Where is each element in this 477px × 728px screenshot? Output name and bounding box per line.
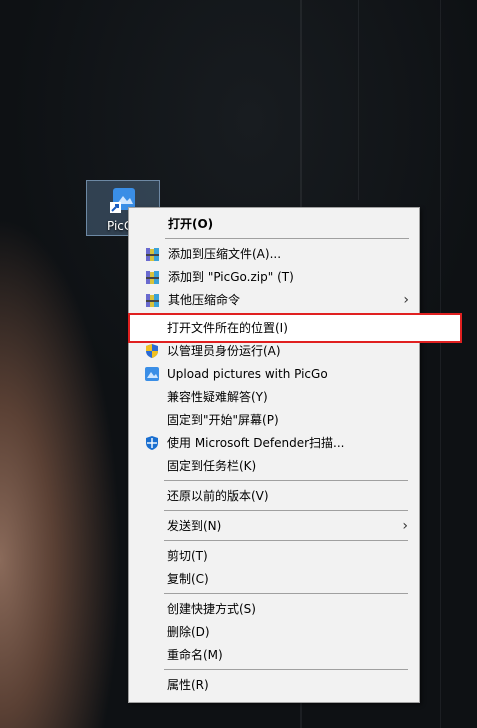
defender-shield-icon (146, 436, 158, 450)
menu-item-label: 以管理员身份运行(A) (167, 344, 281, 358)
menu-separator (164, 480, 408, 481)
menu-item-label: 属性(R) (167, 678, 209, 692)
menu-item-label: Upload pictures with PicGo (167, 367, 328, 381)
menu-item-label: 创建快捷方式(S) (167, 602, 256, 616)
menu-item-defender-scan[interactable]: 使用 Microsoft Defender扫描... (130, 432, 416, 454)
menu-separator (164, 593, 408, 594)
menu-item-label: 固定到任务栏(K) (167, 459, 257, 473)
menu-item-properties[interactable]: 属性(R) (130, 674, 416, 696)
menu-separator (164, 540, 408, 541)
picgo-icon (145, 367, 159, 381)
menu-item-run-as-admin[interactable]: 以管理员身份运行(A) (130, 340, 416, 362)
menu-item-label: 重命名(M) (167, 648, 223, 662)
menu-item-label: 发送到(N) (167, 519, 222, 533)
menu-item-label: 兼容性疑难解答(Y) (167, 390, 268, 404)
menu-item-cut[interactable]: 剪切(T) (130, 545, 416, 567)
menu-item-label: 剪切(T) (167, 549, 208, 563)
menu-item-label: 还原以前的版本(V) (167, 489, 269, 503)
menu-item-compat-troubleshoot[interactable]: 兼容性疑难解答(Y) (130, 386, 416, 408)
menu-separator (164, 510, 408, 511)
menu-item-pin-to-start[interactable]: 固定到"开始"屏幕(P) (130, 409, 416, 431)
uac-shield-icon (146, 344, 158, 358)
menu-item-delete[interactable]: 删除(D) (130, 621, 416, 643)
menu-item-label: 复制(C) (167, 572, 209, 586)
context-menu-rest: 以管理员身份运行(A) Upload pictures with PicGo 兼… (128, 207, 420, 703)
menu-item-copy[interactable]: 复制(C) (130, 568, 416, 590)
menu-item-label: 使用 Microsoft Defender扫描... (167, 436, 345, 450)
menu-item-rename[interactable]: 重命名(M) (130, 644, 416, 666)
menu-item-upload-picgo[interactable]: Upload pictures with PicGo (130, 363, 416, 385)
menu-separator (164, 669, 408, 670)
submenu-arrow-icon: › (402, 518, 408, 534)
menu-item-label: 固定到"开始"屏幕(P) (167, 413, 279, 427)
menu-item-label: 删除(D) (167, 625, 210, 639)
menu-item-send-to[interactable]: 发送到(N) › (130, 515, 416, 537)
menu-item-pin-to-taskbar[interactable]: 固定到任务栏(K) (130, 455, 416, 477)
menu-item-restore-previous[interactable]: 还原以前的版本(V) (130, 485, 416, 507)
menu-item-create-shortcut[interactable]: 创建快捷方式(S) (130, 598, 416, 620)
